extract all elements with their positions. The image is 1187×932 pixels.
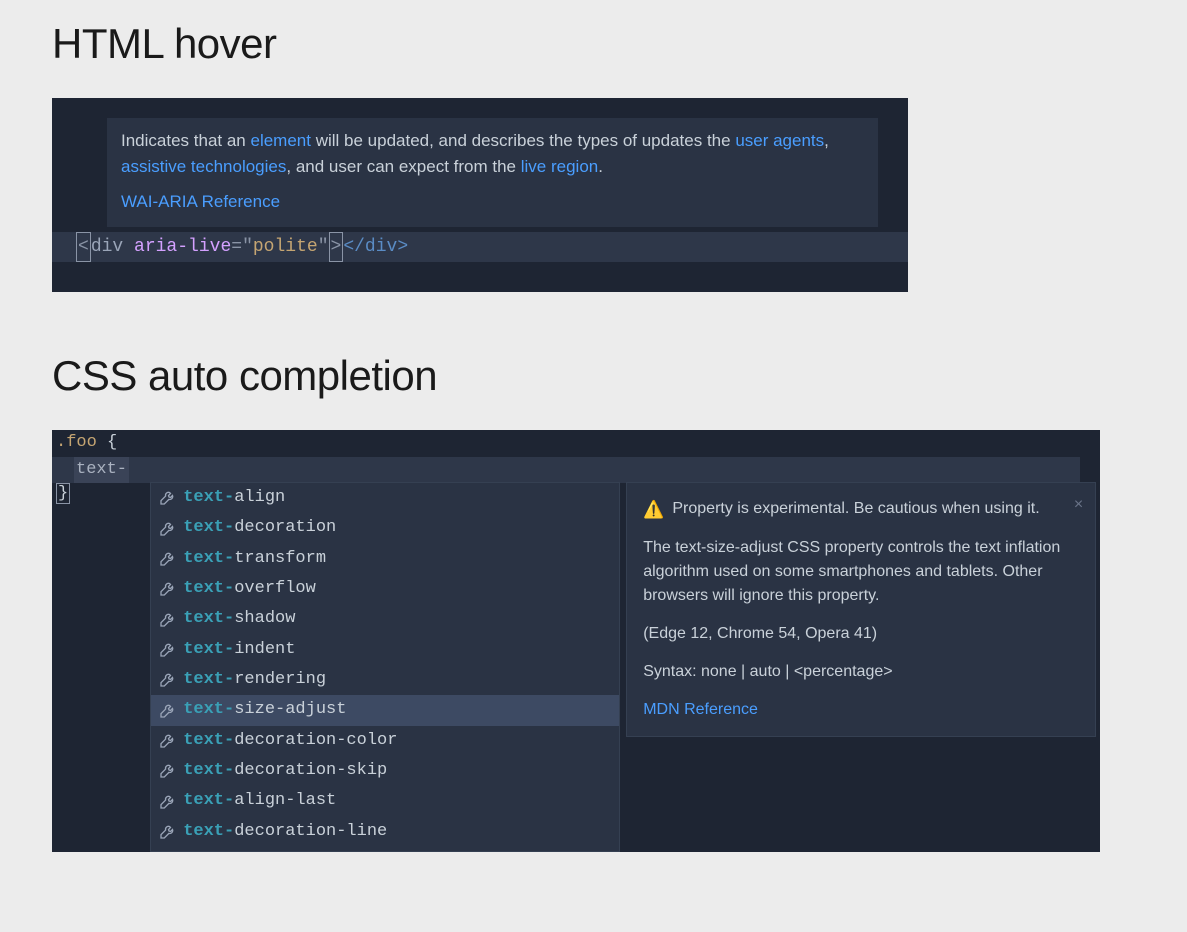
completion-match: text- <box>183 697 234 723</box>
tooltip-text: , and user can expect from the <box>286 157 520 176</box>
close-icon[interactable]: × <box>1074 493 1083 517</box>
css-brace: } <box>56 483 70 504</box>
detail-syntax: Syntax: none | auto | <percentage> <box>643 660 1079 684</box>
detail-support: (Edge 12, Chrome 54, Opera 41) <box>643 622 1079 646</box>
completion-rest: decoration-skip <box>234 758 387 784</box>
wrench-icon <box>159 824 175 840</box>
completion-rest: rendering <box>234 667 326 693</box>
completion-item[interactable]: text-size-adjust <box>151 695 619 725</box>
completion-match: text- <box>183 576 234 602</box>
completion-rest: indent <box>234 637 295 663</box>
completion-match: text- <box>183 788 234 814</box>
code-line[interactable]: .foo { <box>52 430 1100 456</box>
completion-match: text- <box>183 637 234 663</box>
completion-match: text- <box>183 606 234 632</box>
completion-rest: decoration <box>234 515 336 541</box>
code-quote: " <box>242 233 253 262</box>
completion-rest: decoration-line <box>234 819 387 845</box>
wrench-icon <box>159 642 175 658</box>
completion-item[interactable]: text-shadow <box>151 604 619 634</box>
completion-match: text- <box>183 667 234 693</box>
wrench-icon <box>159 733 175 749</box>
editor-panel: Indicates that an element will be update… <box>52 98 908 292</box>
link-element[interactable]: element <box>250 131 310 150</box>
link-assistive-technologies[interactable]: assistive technologies <box>121 157 286 176</box>
wrench-icon <box>159 612 175 628</box>
code-eq: = <box>231 233 242 262</box>
code-value: polite <box>253 233 318 262</box>
completion-item[interactable]: text-decoration-color <box>151 726 619 756</box>
completion-rest: decoration-color <box>234 728 397 754</box>
html-hover-section: HTML hover Indicates that an element wil… <box>0 20 1187 292</box>
completion-item[interactable]: text-overflow <box>151 574 619 604</box>
code-attr: aria-live <box>134 233 231 262</box>
wrench-icon <box>159 551 175 567</box>
wrench-icon <box>159 672 175 688</box>
wrench-icon <box>159 763 175 779</box>
section-heading: HTML hover <box>52 20 1187 68</box>
css-autocompletion-section: CSS auto completion .foo { text- } text-… <box>0 352 1187 852</box>
completion-detail-panel: × ⚠️ Property is experimental. Be cautio… <box>626 482 1096 738</box>
code-punct: > <box>329 232 344 263</box>
completion-match: text- <box>183 758 234 784</box>
wrench-icon <box>159 794 175 810</box>
completion-match: text- <box>183 819 234 845</box>
completion-rest: overflow <box>234 576 316 602</box>
completion-rest: align <box>234 485 285 511</box>
hover-tooltip: Indicates that an element will be update… <box>107 118 878 227</box>
editor-panel: .foo { text- } text-aligntext-decoration… <box>52 430 1100 852</box>
completion-item[interactable]: text-indent <box>151 635 619 665</box>
completion-item[interactable]: text-decoration-skip <box>151 756 619 786</box>
wrench-icon <box>159 490 175 506</box>
completion-item[interactable]: text-decoration <box>151 513 619 543</box>
warning-icon: ⚠️ <box>643 497 664 523</box>
completion-match: text- <box>183 546 234 572</box>
tooltip-text: will be updated, and describes the types… <box>311 131 735 150</box>
completion-rest: transform <box>234 546 326 572</box>
completion-match: text- <box>183 515 234 541</box>
completion-item[interactable]: text-rendering <box>151 665 619 695</box>
completion-item[interactable]: text-decoration-line <box>151 817 619 847</box>
warning-text: Property is experimental. Be cautious wh… <box>672 497 1039 521</box>
css-brace: { <box>107 433 117 452</box>
completion-rest: shadow <box>234 606 295 632</box>
completion-match: text- <box>183 728 234 754</box>
completion-item[interactable]: text-align <box>151 483 619 513</box>
completion-match: text- <box>183 485 234 511</box>
wrench-icon <box>159 703 175 719</box>
css-typed-text: text- <box>74 457 129 483</box>
code-quote: " <box>318 233 329 262</box>
code-line[interactable]: text- <box>52 457 1080 483</box>
wrench-icon <box>159 581 175 597</box>
tooltip-text: Indicates that an <box>121 131 250 150</box>
code-line[interactable]: <div aria-live="polite"></div> <box>52 232 908 263</box>
completion-rest: size-adjust <box>234 697 346 723</box>
completion-item[interactable]: text-align-last <box>151 786 619 816</box>
code-closing-tag: </div> <box>343 233 408 262</box>
completion-rest: align-last <box>234 788 336 814</box>
completion-list: text-aligntext-decorationtext-transformt… <box>150 482 620 852</box>
link-user-agents[interactable]: user agents <box>735 131 824 150</box>
code-punct: < <box>76 232 91 263</box>
css-selector: .foo <box>56 433 97 452</box>
wai-aria-reference-link[interactable]: WAI-ARIA Reference <box>121 189 864 215</box>
wrench-icon <box>159 521 175 537</box>
completion-item[interactable]: text-transform <box>151 544 619 574</box>
link-live-region[interactable]: live region <box>521 157 599 176</box>
mdn-reference-link[interactable]: MDN Reference <box>643 701 758 718</box>
tooltip-text: , <box>824 131 829 150</box>
section-heading: CSS auto completion <box>52 352 1187 400</box>
code-tag: div <box>91 233 123 262</box>
detail-description: The text-size-adjust CSS property contro… <box>643 536 1079 608</box>
tooltip-text: . <box>598 157 603 176</box>
